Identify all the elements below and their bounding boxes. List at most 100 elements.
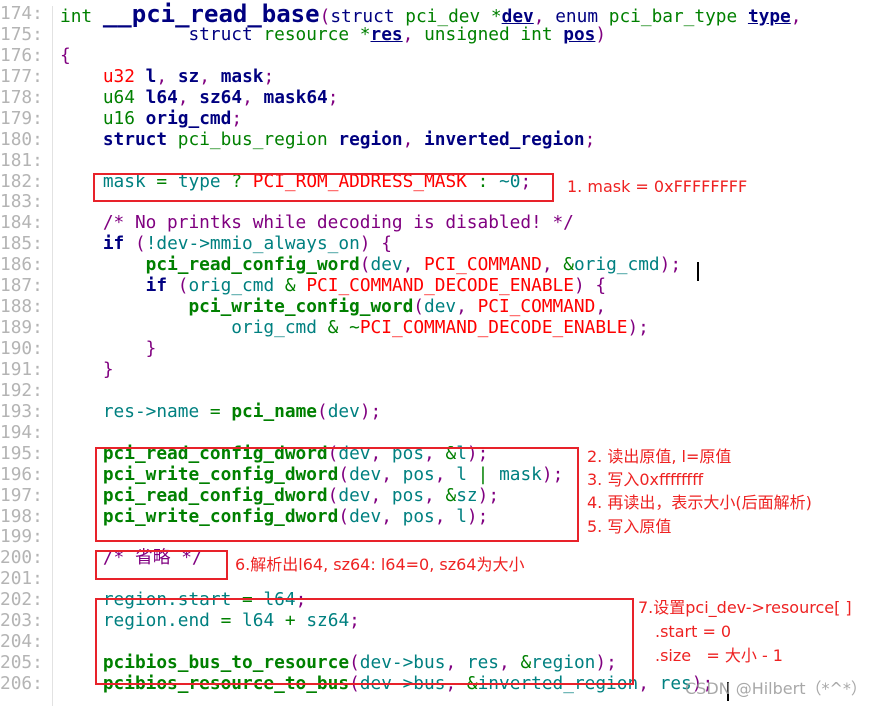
code-token: /* No printks while decoding is disabled… <box>102 212 574 234</box>
code-token: ); <box>659 254 682 276</box>
code-token: & <box>327 317 339 339</box>
code-token: !dev->mmio_always_on <box>145 233 360 255</box>
code-line[interactable]: 177: u32 l, sz, mask; <box>0 66 274 88</box>
code-token: pci_bus_region <box>177 128 328 150</box>
code-token: , <box>199 65 210 87</box>
code-token: mask <box>220 65 264 87</box>
code-token: { <box>60 44 71 66</box>
code-token: & <box>284 275 296 297</box>
line-number: 194: <box>0 421 43 443</box>
code-line[interactable]: 194: <box>0 421 52 444</box>
code-line[interactable]: 185: if (!dev->mmio_always_on) { <box>0 233 392 255</box>
code-token: ; <box>584 128 596 150</box>
line-number: 204: <box>0 631 43 653</box>
code-token: orig_cmd <box>231 317 317 339</box>
code-line[interactable]: 192: <box>0 379 52 402</box>
code-line[interactable]: 206: pcibios_resource_to_bus(dev->bus, &… <box>0 673 713 695</box>
code-line[interactable]: 205: pcibios_bus_to_resource(dev->bus, r… <box>0 652 617 674</box>
code-line[interactable]: 191: } <box>0 359 114 381</box>
code-token: * <box>359 23 371 45</box>
code-token: dev <box>424 296 457 318</box>
code-token: u64 <box>102 86 135 108</box>
line-number: 195: <box>0 442 43 464</box>
code-token: orig_cmd <box>573 254 660 276</box>
highlight-box-omitted <box>95 550 228 580</box>
code-line[interactable]: 186: pci_read_config_word(dev, PCI_COMMA… <box>0 254 681 276</box>
watermark: CSDN @Hilbert（*^*） <box>685 679 867 698</box>
code-line[interactable]: 178: u64 l64, sz64, mask64; <box>0 87 338 109</box>
code-line[interactable]: 202: region.start = l64; <box>0 589 306 611</box>
code-token: inverted_region <box>424 128 585 150</box>
code-token: ); <box>359 400 382 422</box>
highlight-box-config-dword <box>95 447 579 542</box>
code-token: ~ <box>349 317 360 339</box>
code-line[interactable]: 189: orig_cmd & ~PCI_COMMAND_DECODE_ENAB… <box>0 317 649 339</box>
code-line[interactable]: 195: pci_read_config_dword(dev, pos, &l)… <box>0 442 488 465</box>
code-token: orig_cmd <box>145 107 232 129</box>
line-number: 180: <box>0 128 43 150</box>
code-line[interactable]: 175: struct resource *res, unsigned int … <box>0 24 606 46</box>
line-number: 179: <box>0 107 43 129</box>
code-line[interactable]: 181: <box>0 149 52 172</box>
code-line[interactable]: 203: region.end = l64 + sz64; <box>0 610 360 632</box>
code-token: unsigned int <box>424 23 553 45</box>
code-line[interactable]: 196: pci_write_config_dword(dev, pos, l … <box>0 463 563 486</box>
code-token: , <box>402 254 414 276</box>
code-line[interactable]: 198: pci_write_config_dword(dev, pos, l)… <box>0 505 488 528</box>
code-line[interactable]: 188: pci_write_config_word(dev, PCI_COMM… <box>0 296 606 318</box>
code-line[interactable]: 187: if (orig_cmd & PCI_COMMAND_DECODE_E… <box>0 275 606 297</box>
code-line[interactable]: 199: <box>0 526 52 548</box>
code-line[interactable]: 184: /* No printks while decoding is dis… <box>0 212 574 234</box>
annotation-3: 3. 写入0xffffffff <box>587 470 704 489</box>
line-number: 203: <box>0 610 43 632</box>
code-token: , <box>456 296 467 318</box>
code-line[interactable]: 176: { <box>0 45 71 67</box>
line-number: 201: <box>0 568 43 590</box>
code-token: sz64 <box>199 86 243 108</box>
code-line[interactable]: 182: mask = type ? PCI_ROM_ADDRESS_MASK … <box>0 171 531 193</box>
code-editor[interactable]: 174: int __pci_read_base(struct pci_dev *… <box>0 2 801 695</box>
line-number: 192: <box>0 379 43 401</box>
code-token: , <box>402 128 414 150</box>
code-token: u16 <box>102 107 135 129</box>
code-token: u32 <box>102 65 135 87</box>
code-token: mask64 <box>263 86 328 108</box>
code-line[interactable]: 200: /* 省略 */ <box>0 547 203 569</box>
code-token: struct <box>102 128 168 150</box>
code-line[interactable]: 201: <box>0 568 52 590</box>
line-number: 196: <box>0 463 43 485</box>
code-text: /* No printks while decoding is disabled… <box>60 212 574 234</box>
code-line[interactable]: 204: <box>0 631 52 653</box>
line-number: 198: <box>0 505 43 527</box>
code-line[interactable]: 190: } <box>0 338 156 360</box>
code-token: region <box>338 128 403 150</box>
code-text: struct resource *res, unsigned int pos) <box>60 23 606 46</box>
code-token: sz <box>177 65 200 87</box>
code-line[interactable]: 180: struct pci_bus_region region, inver… <box>0 128 595 151</box>
code-token: dev <box>327 400 360 422</box>
code-line[interactable]: 197: pci_read_config_dword(dev, pos, &sz… <box>0 485 499 507</box>
code-line[interactable]: 183: <box>0 191 52 213</box>
annotation-7-size: .size = 大小 - 1 <box>655 646 783 665</box>
line-number: 183: <box>0 191 43 213</box>
line-number: 181: <box>0 149 43 171</box>
code-line[interactable]: 174: int __pci_read_base(struct pci_dev *… <box>0 2 801 27</box>
code-token: , <box>638 673 649 694</box>
code-line[interactable]: 179: u16 orig_cmd; <box>0 107 242 130</box>
code-line[interactable]: 193: res->name = pci_name(dev); <box>0 401 381 423</box>
